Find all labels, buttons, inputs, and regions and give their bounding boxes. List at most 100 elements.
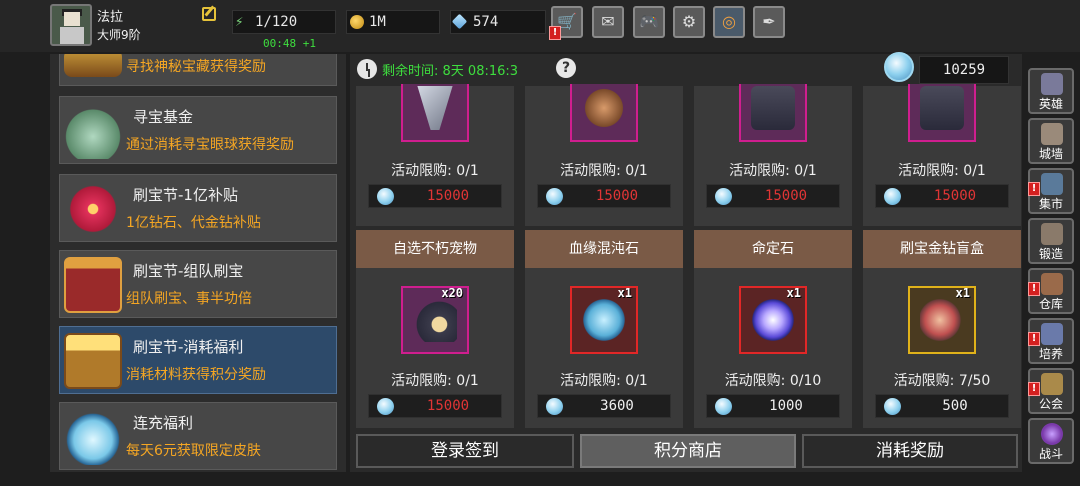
shop-card: 命定石 x1 活动限购: 0/10 1000 <box>694 230 852 428</box>
mech-pet-icon <box>751 86 795 130</box>
event-desc: 1亿钻石、代金钻补贴 <box>126 215 261 231</box>
player-rank: 大师9阶 <box>97 28 141 42</box>
event-title: 连充福利 <box>133 414 194 432</box>
points-gem-icon <box>546 188 563 205</box>
gem-value: 574 <box>473 14 499 30</box>
tab-signin[interactable]: 登录签到 <box>356 434 574 468</box>
price-value: 15000 <box>595 188 639 204</box>
event-title: 刷宝节-1亿补贴 <box>133 186 238 204</box>
side-nav-forge[interactable]: 锻造 <box>1028 218 1074 264</box>
event-desc: 通过消耗寻宝眼球获得奖励 <box>126 137 294 153</box>
feather-button[interactable]: ✒ <box>753 6 785 38</box>
item-quantity: x1 <box>617 286 632 300</box>
stamina-value: 1/120 <box>255 14 298 30</box>
price-button[interactable]: 15000 <box>368 394 502 418</box>
gem-icon <box>451 13 468 30</box>
alert-badge: ! <box>1028 182 1040 196</box>
event-desc: 组队刷宝、事半功倍 <box>126 291 252 307</box>
price-value: 15000 <box>933 188 977 204</box>
side-nav-warehouse[interactable]: 仓库 ! <box>1028 268 1074 314</box>
item-title: 命定石 <box>694 230 852 268</box>
alert-badge: ! <box>1028 282 1040 296</box>
item-icon[interactable] <box>739 84 807 142</box>
price-button[interactable]: 15000 <box>706 184 840 208</box>
item-quantity: x20 <box>441 286 463 300</box>
tab-consume-reward[interactable]: 消耗奖励 <box>802 434 1018 468</box>
event-item-treasure-hunt[interactable]: 寻找神秘宝藏获得奖励 <box>59 54 337 86</box>
shop-cart-button[interactable]: 🛒 ! <box>549 6 583 40</box>
side-nav-cultivate[interactable]: 培养 ! <box>1028 318 1074 364</box>
settings-button[interactable]: ⚙ <box>673 6 705 38</box>
price-value: 15000 <box>426 398 470 414</box>
tab-points-shop[interactable]: 积分商店 <box>580 434 796 468</box>
top-bar: 法拉 大师9阶 1/120 00:48 +1 1M 574 🛒 ! ✉ 🎮 ⚙ … <box>0 0 1080 52</box>
event-item-recharge[interactable]: 连充福利 每天6元获取限定皮肤 <box>59 402 337 470</box>
side-nav-wall[interactable]: 城墙 <box>1028 118 1074 164</box>
points-shop-panel: 剩余时间: 8天 08:16:3 ? 10259 活动限购: 0/1 15000… <box>350 52 1022 472</box>
event-item-treasure-fund[interactable]: 寻宝基金 通过消耗寻宝眼球获得奖励 <box>59 96 337 164</box>
price-button[interactable]: 500 <box>875 394 1009 418</box>
side-nav-label: 仓库 <box>1038 297 1063 311</box>
shop-card: 刷宝金钻盲盒 x1 活动限购: 7/50 500 <box>863 230 1021 428</box>
event-title: 刷宝节-消耗福利 <box>133 338 244 356</box>
points-gem-icon <box>884 398 901 415</box>
points-gem-icon <box>377 398 394 415</box>
item-icon[interactable]: x1 <box>908 286 976 354</box>
market-stall-icon <box>1041 173 1063 195</box>
side-nav-market[interactable]: 集市 ! <box>1028 168 1074 214</box>
gamepad-button[interactable]: 🎮 <box>633 6 665 38</box>
event-title: 刷宝节-组队刷宝 <box>133 262 244 280</box>
price-value: 3600 <box>600 398 634 414</box>
price-value: 15000 <box>426 188 470 204</box>
side-nav-guild[interactable]: 公会 ! <box>1028 368 1074 414</box>
item-icon[interactable] <box>570 84 638 142</box>
player-avatar[interactable] <box>50 4 92 46</box>
item-icon[interactable]: x1 <box>570 286 638 354</box>
countdown-value: 8天 08:16:3 <box>442 64 519 79</box>
help-icon[interactable]: ? <box>556 58 576 78</box>
shop-card: 活动限购: 0/1 15000 <box>863 84 1021 226</box>
points-gem-icon <box>546 398 563 415</box>
item-icon[interactable] <box>401 84 469 142</box>
event-item-consume-welfare[interactable]: 刷宝节-消耗福利 消耗材料获得积分奖励 <box>59 326 337 394</box>
mail-icon: ✉ <box>601 12 615 31</box>
countdown-label: 剩余时间: <box>382 64 439 79</box>
clock-icon <box>357 59 377 79</box>
price-button[interactable]: 15000 <box>537 184 671 208</box>
countdown: 剩余时间: 8天 08:16:3 <box>382 60 518 79</box>
price-button[interactable]: 15000 <box>875 184 1009 208</box>
price-button[interactable]: 3600 <box>537 394 671 418</box>
purchase-limit: 活动限购: 0/1 <box>560 163 648 179</box>
price-value: 500 <box>942 398 968 414</box>
price-button[interactable]: 1000 <box>706 394 840 418</box>
edit-name-icon[interactable] <box>202 7 216 21</box>
points-gem-icon <box>884 52 914 82</box>
anvil-icon <box>1041 223 1063 245</box>
item-icon[interactable]: x1 <box>739 286 807 354</box>
item-icon[interactable] <box>908 84 976 142</box>
helmet-icon <box>1041 73 1063 95</box>
side-nav-label: 公会 <box>1038 397 1063 411</box>
shop-card: 活动限购: 0/1 15000 <box>356 84 514 226</box>
points-gem-icon <box>715 188 732 205</box>
side-nav-label: 锻造 <box>1038 247 1063 261</box>
price-button[interactable]: 15000 <box>368 184 502 208</box>
battle-portal-icon <box>1041 423 1063 445</box>
purchase-limit: 活动限购: 0/1 <box>729 163 817 179</box>
side-nav-label: 集市 <box>1038 197 1063 211</box>
item-icon[interactable]: x20 <box>401 286 469 354</box>
event-title: 寻宝基金 <box>133 108 194 126</box>
item-title: 自选不朽宠物 <box>356 230 514 268</box>
mail-button[interactable]: ✉ <box>592 6 624 38</box>
points-gem-icon <box>377 188 394 205</box>
color-wheel-button[interactable]: ◎ <box>713 6 745 38</box>
event-item-team-farm[interactable]: 刷宝节-组队刷宝 组队刷宝、事半功倍 <box>59 250 337 318</box>
side-nav-battle[interactable]: 战斗 <box>1028 418 1074 464</box>
guild-emblem-icon <box>1041 373 1063 395</box>
ice-crystal-icon <box>64 409 122 465</box>
event-item-subsidy[interactable]: 刷宝节-1亿补贴 1亿钻石、代金钻补贴 <box>59 174 337 242</box>
item-quantity: x1 <box>786 286 801 300</box>
castle-wall-icon <box>1041 123 1063 145</box>
red-chest-icon <box>64 257 122 313</box>
side-nav-hero[interactable]: 英雄 <box>1028 68 1074 114</box>
